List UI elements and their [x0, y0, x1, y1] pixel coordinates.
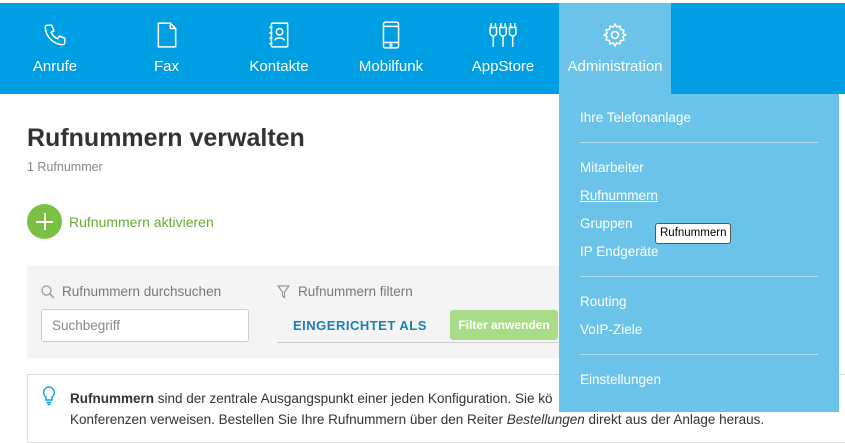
- info-bold: Rufnummern: [70, 391, 154, 406]
- nav-label: Administration: [567, 58, 663, 75]
- nav-item-fax[interactable]: Fax: [110, 3, 223, 94]
- menu-divider: [580, 276, 818, 277]
- filter-label-text: Rufnummern filtern: [298, 284, 413, 299]
- plus-icon: [27, 204, 62, 239]
- nav-label: Kontakte: [249, 58, 309, 75]
- main-navbar: Anrufe Fax Kontakte Mobilfunk AppStore A…: [0, 3, 845, 94]
- filter-divider: [277, 342, 562, 343]
- search-input[interactable]: [41, 309, 249, 342]
- plug-icon: [489, 21, 517, 49]
- info-italic: Bestellungen: [506, 412, 585, 427]
- nav-item-anrufe[interactable]: Anrufe: [0, 3, 110, 94]
- tab-eingerichtet-als[interactable]: EINGERICHTET ALS: [293, 318, 427, 333]
- nav-item-appstore[interactable]: AppStore: [447, 3, 559, 94]
- search-label-text: Rufnummern durchsuchen: [62, 284, 222, 299]
- nav-label: Mobilfunk: [358, 58, 424, 75]
- phone-icon: [41, 21, 69, 49]
- filter-label: Rufnummern filtern: [277, 284, 413, 299]
- info-text-2: Konferenzen verweisen. Bestellen Sie Ihr…: [70, 412, 507, 427]
- document-icon: [153, 21, 181, 49]
- menu-divider: [580, 354, 818, 355]
- menu-item-gruppen[interactable]: Gruppen: [580, 216, 633, 231]
- menu-item-voip-ziele[interactable]: VoIP-Ziele: [580, 322, 642, 337]
- info-text-1: sind der zentrale Ausgangspunkt einer je…: [154, 391, 553, 406]
- menu-item-mitarbeiter[interactable]: Mitarbeiter: [580, 160, 644, 175]
- nav-item-mobilfunk[interactable]: Mobilfunk: [335, 3, 447, 94]
- address-book-icon: [265, 21, 293, 49]
- lightbulb-icon: [42, 386, 56, 411]
- tooltip: Rufnummern: [655, 223, 732, 244]
- activate-numbers-button[interactable]: Rufnummern aktivieren: [27, 204, 214, 239]
- page-title: Rufnummern verwalten: [27, 124, 305, 152]
- gear-icon: [601, 21, 629, 49]
- menu-item-ip-endgeraete[interactable]: IP Endgeräte: [580, 244, 659, 259]
- info-text-3: direkt aus der Anlage heraus.: [584, 412, 765, 427]
- search-icon: [41, 284, 55, 298]
- administration-dropdown: Ihre Telefonanlage Mitarbeiter Rufnummer…: [559, 94, 839, 412]
- search-label: Rufnummern durchsuchen: [41, 284, 221, 299]
- nav-item-kontakte[interactable]: Kontakte: [223, 3, 335, 94]
- nav-label: Fax: [153, 58, 179, 75]
- mobile-phone-icon: [377, 21, 405, 49]
- filter-icon: [277, 284, 290, 299]
- activate-label: Rufnummern aktivieren: [69, 213, 214, 230]
- menu-divider: [580, 142, 818, 143]
- menu-item-telefonanlage[interactable]: Ihre Telefonanlage: [580, 110, 691, 125]
- apply-filter-button[interactable]: Filter anwenden: [450, 310, 558, 340]
- menu-item-einstellungen[interactable]: Einstellungen: [580, 372, 661, 387]
- nav-item-administration[interactable]: Administration: [559, 3, 671, 94]
- nav-label: Anrufe: [32, 58, 78, 75]
- page-subtitle: 1 Rufnummer: [27, 160, 103, 174]
- nav-label: AppStore: [471, 58, 535, 75]
- menu-item-routing[interactable]: Routing: [580, 294, 627, 309]
- menu-item-rufnummern[interactable]: Rufnummern: [580, 188, 658, 203]
